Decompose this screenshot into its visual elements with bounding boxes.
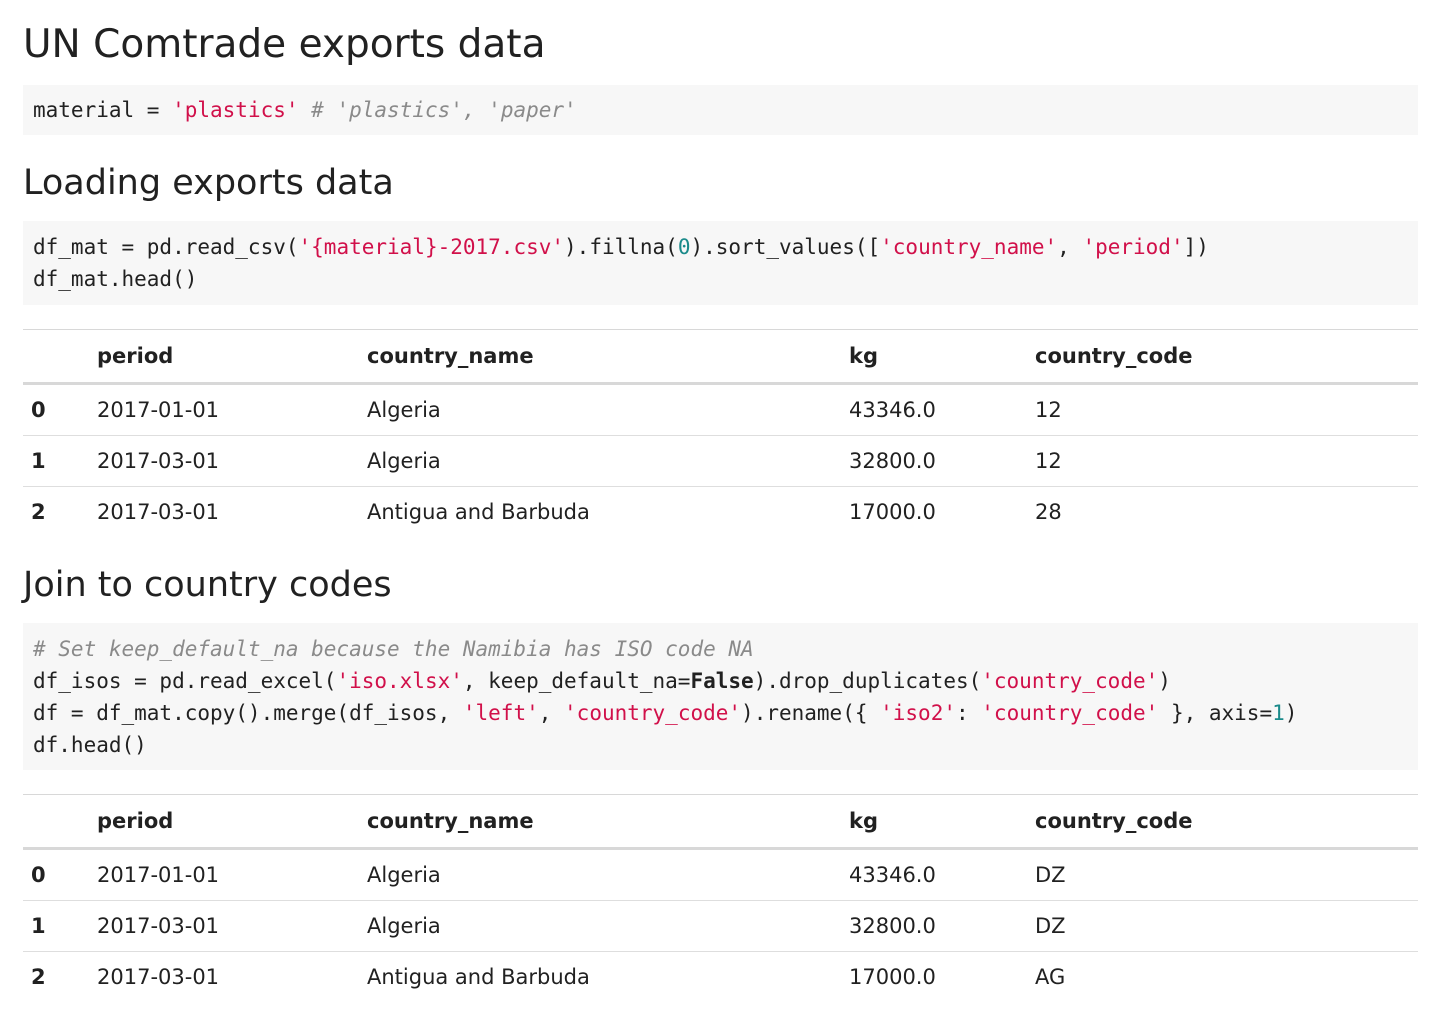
table-row: 2 2017-03-01 Antigua and Barbuda 17000.0… <box>23 487 1418 538</box>
table-row: 2 2017-03-01 Antigua and Barbuda 17000.0… <box>23 952 1418 1003</box>
cell-country-code: 12 <box>1035 398 1062 422</box>
code-comment: # 'plastics', 'paper' <box>298 98 577 122</box>
code-token: df = df_mat.copy().merge(df_isos, <box>33 701 463 725</box>
code-number: 0 <box>677 235 691 259</box>
cell-kg: 17000.0 <box>849 500 936 524</box>
column-header-country-name: country_name <box>359 329 841 385</box>
index-header <box>23 329 89 385</box>
dataframe-table-1: period country_name kg country_code 0 20… <box>23 329 1418 537</box>
column-header-period: period <box>89 329 359 385</box>
cell-period: 2017-03-01 <box>97 914 220 938</box>
code-comment: # Set keep_default_na because the Namibi… <box>33 637 754 661</box>
cell-kg: 32800.0 <box>849 914 936 938</box>
cell-period: 2017-01-01 <box>97 863 220 887</box>
column-header-country-code: country_code <box>1027 329 1418 385</box>
table-row: 1 2017-03-01 Algeria 32800.0 DZ <box>23 901 1418 952</box>
cell-kg: 43346.0 <box>849 863 936 887</box>
code-token: material <box>33 98 135 122</box>
code-token: ).rename({ <box>741 701 881 725</box>
cell-period: 2017-03-01 <box>97 449 220 473</box>
code-cell-join[interactable]: # Set keep_default_na because the Namibi… <box>23 623 1418 770</box>
code-token: df.head() <box>33 733 147 757</box>
cell-country-code: AG <box>1035 965 1066 989</box>
section-heading-loading: Loading exports data <box>23 163 394 203</box>
table-row: 1 2017-03-01 Algeria 32800.0 12 <box>23 436 1418 487</box>
code-string: 'iso.xlsx' <box>336 669 463 693</box>
code-string: 'country_code' <box>981 669 1159 693</box>
code-token: , <box>538 701 565 725</box>
code-string: '{material}-2017.csv' <box>298 235 565 259</box>
code-string: 'left' <box>462 701 539 725</box>
code-cell-loading[interactable]: df_mat = pd.read_csv('{material}-2017.cs… <box>23 221 1418 305</box>
code-string: 'plastics' <box>172 98 299 122</box>
table-header-row: period country_name kg country_code <box>23 794 1418 850</box>
code-cell-material[interactable]: material = 'plastics' # 'plastics', 'pap… <box>23 85 1418 135</box>
row-index: 0 <box>31 398 46 422</box>
code-token: df_mat = pd.read_csv( <box>33 235 299 259</box>
page-title: UN Comtrade exports data <box>23 22 546 67</box>
cell-country-name: Algeria <box>367 914 441 938</box>
code-token: , keep_default_na= <box>462 669 691 693</box>
table-row: 0 2017-01-01 Algeria 43346.0 12 <box>23 384 1418 436</box>
code-token: ]) <box>1183 235 1209 259</box>
section-heading-join: Join to country codes <box>23 565 392 605</box>
code-token: ).drop_duplicates( <box>753 669 982 693</box>
code-token: : <box>955 701 982 725</box>
cell-country-code: 12 <box>1035 449 1062 473</box>
cell-country-name: Antigua and Barbuda <box>367 965 590 989</box>
table-header-row: period country_name kg country_code <box>23 329 1418 385</box>
row-index: 1 <box>31 914 46 938</box>
code-string: 'country_code' <box>981 701 1159 725</box>
column-header-country-code: country_code <box>1027 794 1418 850</box>
code-token: ) <box>1284 701 1298 725</box>
code-token: ).sort_values([ <box>690 235 881 259</box>
cell-period: 2017-03-01 <box>97 965 220 989</box>
column-header-country-name: country_name <box>359 794 841 850</box>
cell-kg: 17000.0 <box>849 965 936 989</box>
code-string: 'period' <box>1082 235 1184 259</box>
cell-country-code: DZ <box>1035 914 1066 938</box>
code-string: 'country_name' <box>880 235 1058 259</box>
code-string: 'iso2' <box>880 701 956 725</box>
code-token: ) <box>1158 669 1171 693</box>
cell-kg: 32800.0 <box>849 449 936 473</box>
code-number: 1 <box>1272 701 1285 725</box>
cell-country-name: Algeria <box>367 398 441 422</box>
code-token: = <box>134 98 173 122</box>
row-index: 1 <box>31 449 46 473</box>
column-header-kg: kg <box>841 794 1027 850</box>
cell-country-name: Algeria <box>367 449 441 473</box>
code-string: 'country_code' <box>564 701 742 725</box>
code-token: }, axis= <box>1158 701 1273 725</box>
code-keyword: False <box>690 669 754 693</box>
index-header <box>23 794 89 850</box>
row-index: 2 <box>31 500 46 524</box>
cell-period: 2017-01-01 <box>97 398 220 422</box>
table-row: 0 2017-01-01 Algeria 43346.0 DZ <box>23 849 1418 901</box>
column-header-period: period <box>89 794 359 850</box>
column-header-kg: kg <box>841 329 1027 385</box>
row-index: 2 <box>31 965 46 989</box>
row-index: 0 <box>31 863 46 887</box>
code-token: df_mat.head() <box>33 267 198 291</box>
code-token: df_isos = pd.read_excel( <box>33 669 337 693</box>
cell-country-code: 28 <box>1035 500 1062 524</box>
cell-period: 2017-03-01 <box>97 500 220 524</box>
cell-kg: 43346.0 <box>849 398 936 422</box>
cell-country-name: Algeria <box>367 863 441 887</box>
dataframe-table-2: period country_name kg country_code 0 20… <box>23 794 1418 1002</box>
cell-country-name: Antigua and Barbuda <box>367 500 590 524</box>
code-token: , <box>1057 235 1083 259</box>
code-token: ).fillna( <box>564 235 678 259</box>
cell-country-code: DZ <box>1035 863 1066 887</box>
